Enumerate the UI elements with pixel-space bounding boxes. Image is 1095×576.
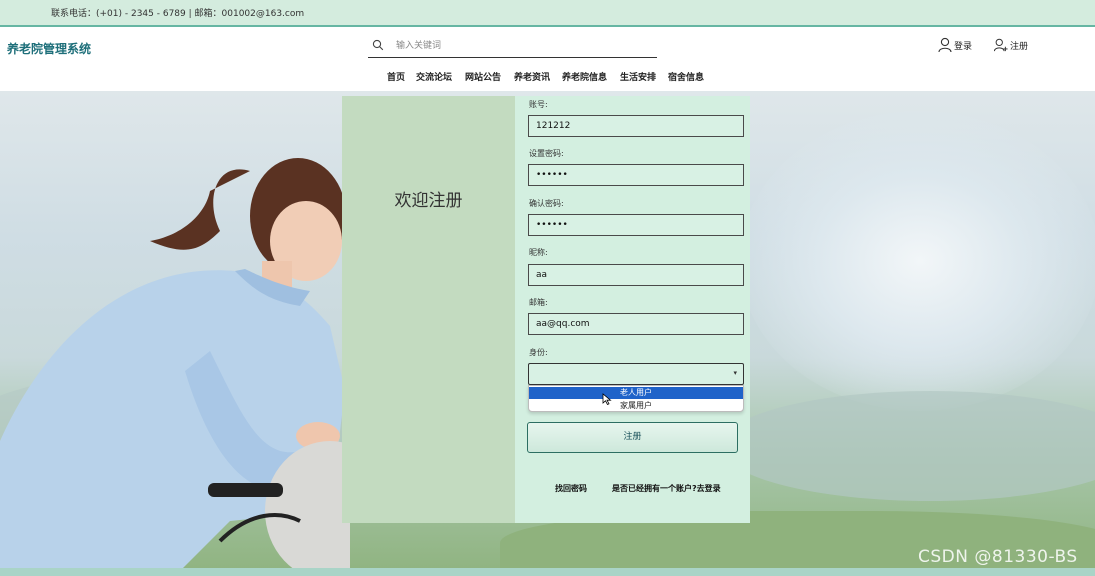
nurse-illustration [0, 158, 350, 571]
search-icon[interactable] [372, 39, 384, 51]
forgot-password-link[interactable]: 找回密码 [555, 483, 587, 494]
add-user-icon [994, 38, 1008, 52]
select-arrows-icon: ▾ [733, 369, 737, 377]
login-label: 登录 [954, 41, 973, 52]
search-bar [368, 36, 657, 58]
register-label: 注册 [1010, 41, 1029, 52]
login-link[interactable]: 登录 [938, 37, 972, 53]
password-input[interactable]: •••••• [528, 164, 744, 186]
account-label: 账号: [529, 100, 548, 109]
nav-item-news[interactable]: 养老资讯 [514, 70, 550, 83]
confirm-password-label: 确认密码: [529, 199, 564, 208]
contact-info: 联系电话：(+01) - 2345 - 6789 | 邮箱：001002@163… [51, 9, 305, 19]
site-brand[interactable]: 养老院管理系统 [7, 40, 91, 57]
bottom-bar [0, 568, 1095, 576]
register-form: 账号: 121212 设置密码: •••••• 确认密码: •••••• 昵称:… [515, 96, 750, 523]
identity-label: 身份: [529, 348, 548, 357]
search-input[interactable] [396, 39, 646, 53]
password-label: 设置密码: [529, 149, 564, 158]
nickname-input[interactable]: aa [528, 264, 744, 286]
welcome-panel: 欢迎注册 [342, 96, 515, 523]
nav-item-life-schedule[interactable]: 生活安排 [620, 70, 656, 83]
nav-item-notice[interactable]: 网站公告 [465, 70, 501, 83]
email-label: 邮箱: [529, 298, 548, 307]
watermark: CSDN @81330-BS [918, 547, 1078, 567]
confirm-password-input[interactable]: •••••• [528, 214, 744, 236]
nav-item-forum[interactable]: 交流论坛 [416, 70, 452, 83]
identity-option-family[interactable]: 家属用户 [529, 400, 743, 412]
identity-select[interactable]: ▾ [528, 363, 744, 385]
go-login-link[interactable]: 是否已经拥有一个账户?去登录 [612, 483, 721, 494]
nav-item-nursing-home-info[interactable]: 养老院信息 [562, 70, 607, 83]
register-link[interactable]: 注册 [994, 37, 1028, 53]
site-header: 养老院管理系统 登录 注册 首页 交流论坛 网站公告 养老资讯 养老院信息 生活… [0, 27, 1095, 91]
register-submit-button[interactable]: 注册 [527, 422, 738, 453]
nickname-label: 昵称: [529, 248, 548, 257]
nav-item-home[interactable]: 首页 [387, 70, 405, 83]
mouse-cursor-icon [602, 393, 612, 405]
user-icon [938, 37, 952, 53]
nav-item-dorm-info[interactable]: 宿舍信息 [668, 70, 704, 83]
welcome-title: 欢迎注册 [394, 191, 463, 211]
identity-option-elderly[interactable]: 老人用户 [529, 387, 743, 399]
account-input[interactable]: 121212 [528, 115, 744, 137]
email-input[interactable]: aa@qq.com [528, 313, 744, 335]
contact-bar: 联系电话：(+01) - 2345 - 6789 | 邮箱：001002@163… [0, 0, 1095, 27]
identity-dropdown: 老人用户 家属用户 [528, 385, 744, 412]
